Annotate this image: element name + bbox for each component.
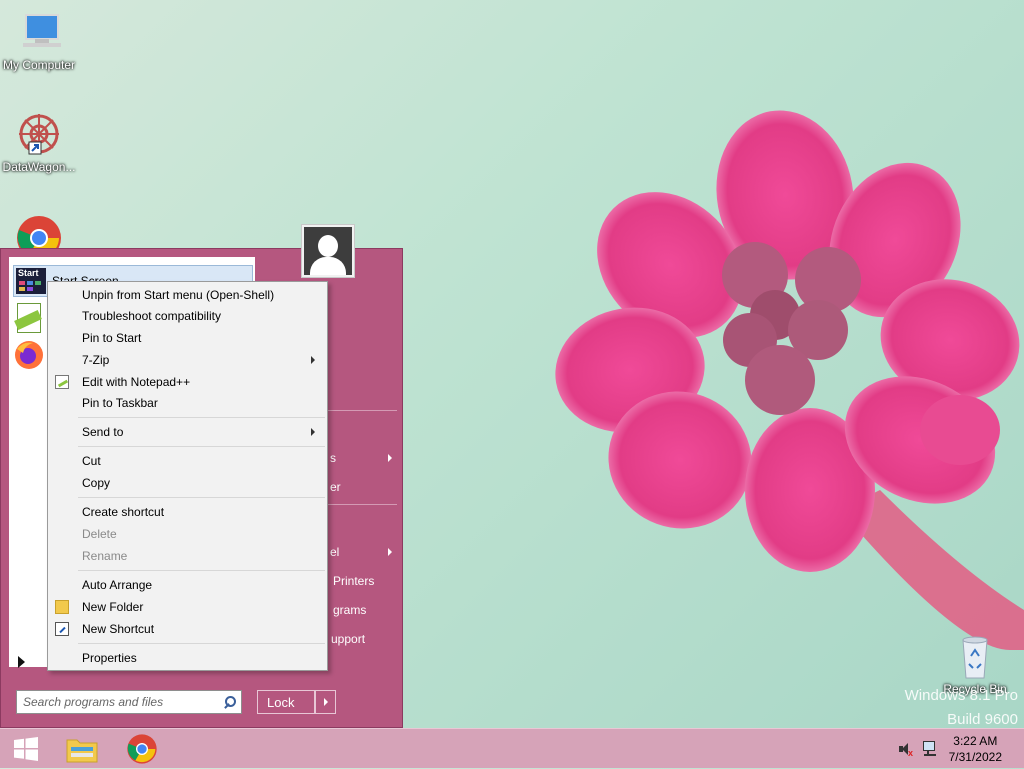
user-icon (304, 227, 352, 275)
user-avatar[interactable] (301, 224, 355, 278)
datawagon-icon (15, 110, 63, 158)
clock-time: 3:22 AM (953, 734, 998, 748)
search-input[interactable] (17, 694, 221, 710)
taskbar: x 3:22 AM 7/31/2022 (0, 728, 1024, 768)
menu-item-send-to[interactable]: Send to (50, 421, 325, 443)
menu-item-unpin[interactable]: Unpin from Start menu (Open-Shell) (50, 284, 325, 306)
windows-logo-icon (14, 737, 38, 761)
all-programs-arrow-icon[interactable] (18, 656, 25, 668)
submenu-arrow-icon (311, 356, 315, 364)
menu-item-create-shortcut[interactable]: Create shortcut (50, 501, 325, 523)
lock-button[interactable]: Lock (257, 690, 315, 714)
desktop-icon-label: DataWagon... (2, 160, 76, 174)
menu-item-edit-notepadpp[interactable]: Edit with Notepad++ (50, 371, 325, 393)
right-item-control-panel[interactable]: el (330, 545, 339, 559)
menu-separator (78, 417, 325, 418)
submenu-arrow (388, 454, 392, 462)
file-explorer-icon (66, 739, 98, 763)
shortcut-icon (55, 622, 69, 636)
start-search-box[interactable] (16, 690, 242, 714)
notepadpp-icon (13, 301, 45, 333)
menu-separator (78, 570, 325, 571)
datawagon-desktop-icon[interactable]: DataWagon... (0, 110, 78, 174)
windows-watermark: Windows 8.1 Pro Build 9600 (905, 684, 1018, 732)
search-icon[interactable] (221, 692, 241, 712)
computer-icon (15, 8, 63, 56)
taskbar-file-explorer[interactable] (56, 729, 108, 769)
right-item-explorer[interactable]: er (330, 480, 341, 494)
right-item-default-programs[interactable]: grams (333, 603, 366, 617)
menu-item-rename: Rename (82, 549, 128, 563)
folder-icon (55, 600, 69, 614)
context-menu: Unpin from Start menu (Open-Shell) Troub… (47, 281, 328, 671)
menu-item-troubleshoot[interactable]: Troubleshoot compatibility (50, 305, 325, 327)
menu-item-auto-arrange[interactable]: Auto Arrange (50, 574, 325, 596)
menu-item-new-shortcut[interactable]: New Shortcut (50, 618, 325, 640)
shutdown-options-button[interactable] (315, 690, 336, 714)
taskbar-chrome[interactable] (116, 729, 168, 769)
volume-muted-icon[interactable]: x (898, 741, 914, 758)
menu-item-new-folder[interactable]: New Folder (50, 596, 325, 618)
clock-date: 7/31/2022 (948, 750, 1002, 764)
desktop-icon-label: My Computer (2, 58, 76, 72)
submenu-arrow (388, 548, 392, 556)
recycle-bin-icon (951, 632, 999, 680)
menu-item-properties[interactable]: Properties (50, 647, 325, 669)
menu-separator (78, 643, 325, 644)
firefox-icon (13, 339, 45, 371)
menu-separator (78, 446, 325, 447)
right-item-help-support[interactable]: upport (331, 632, 365, 646)
taskbar-clock[interactable]: 3:22 AM 7/31/2022 (949, 733, 1002, 765)
menu-item-delete: Delete (82, 527, 117, 541)
notepadpp-icon (55, 375, 69, 389)
watermark-edition: Windows 8.1 Pro (904, 687, 1018, 704)
my-computer-desktop-icon[interactable]: My Computer (0, 8, 78, 72)
lock-button-label: Lock (267, 694, 295, 710)
submenu-arrow-icon (311, 428, 315, 436)
menu-item-copy[interactable]: Copy (50, 472, 325, 494)
menu-separator (78, 497, 325, 498)
menu-item-cut[interactable]: Cut (50, 450, 325, 472)
chrome-icon (127, 734, 157, 764)
start-screen-icon: Start (16, 268, 46, 294)
start-button[interactable] (0, 729, 52, 769)
network-icon[interactable] (922, 740, 938, 758)
menu-item-pin-to-taskbar[interactable]: Pin to Taskbar (50, 392, 325, 414)
menu-item-pin-to-start[interactable]: Pin to Start (50, 327, 325, 349)
right-item-programs[interactable]: s (330, 451, 336, 465)
wallpaper-flower (555, 110, 1024, 650)
right-item-devices-printers[interactable]: Printers (333, 574, 374, 588)
start-screen-badge: Start (18, 268, 39, 278)
chevron-right-icon (323, 698, 328, 706)
menu-item-7zip[interactable]: 7-Zip (50, 349, 325, 371)
